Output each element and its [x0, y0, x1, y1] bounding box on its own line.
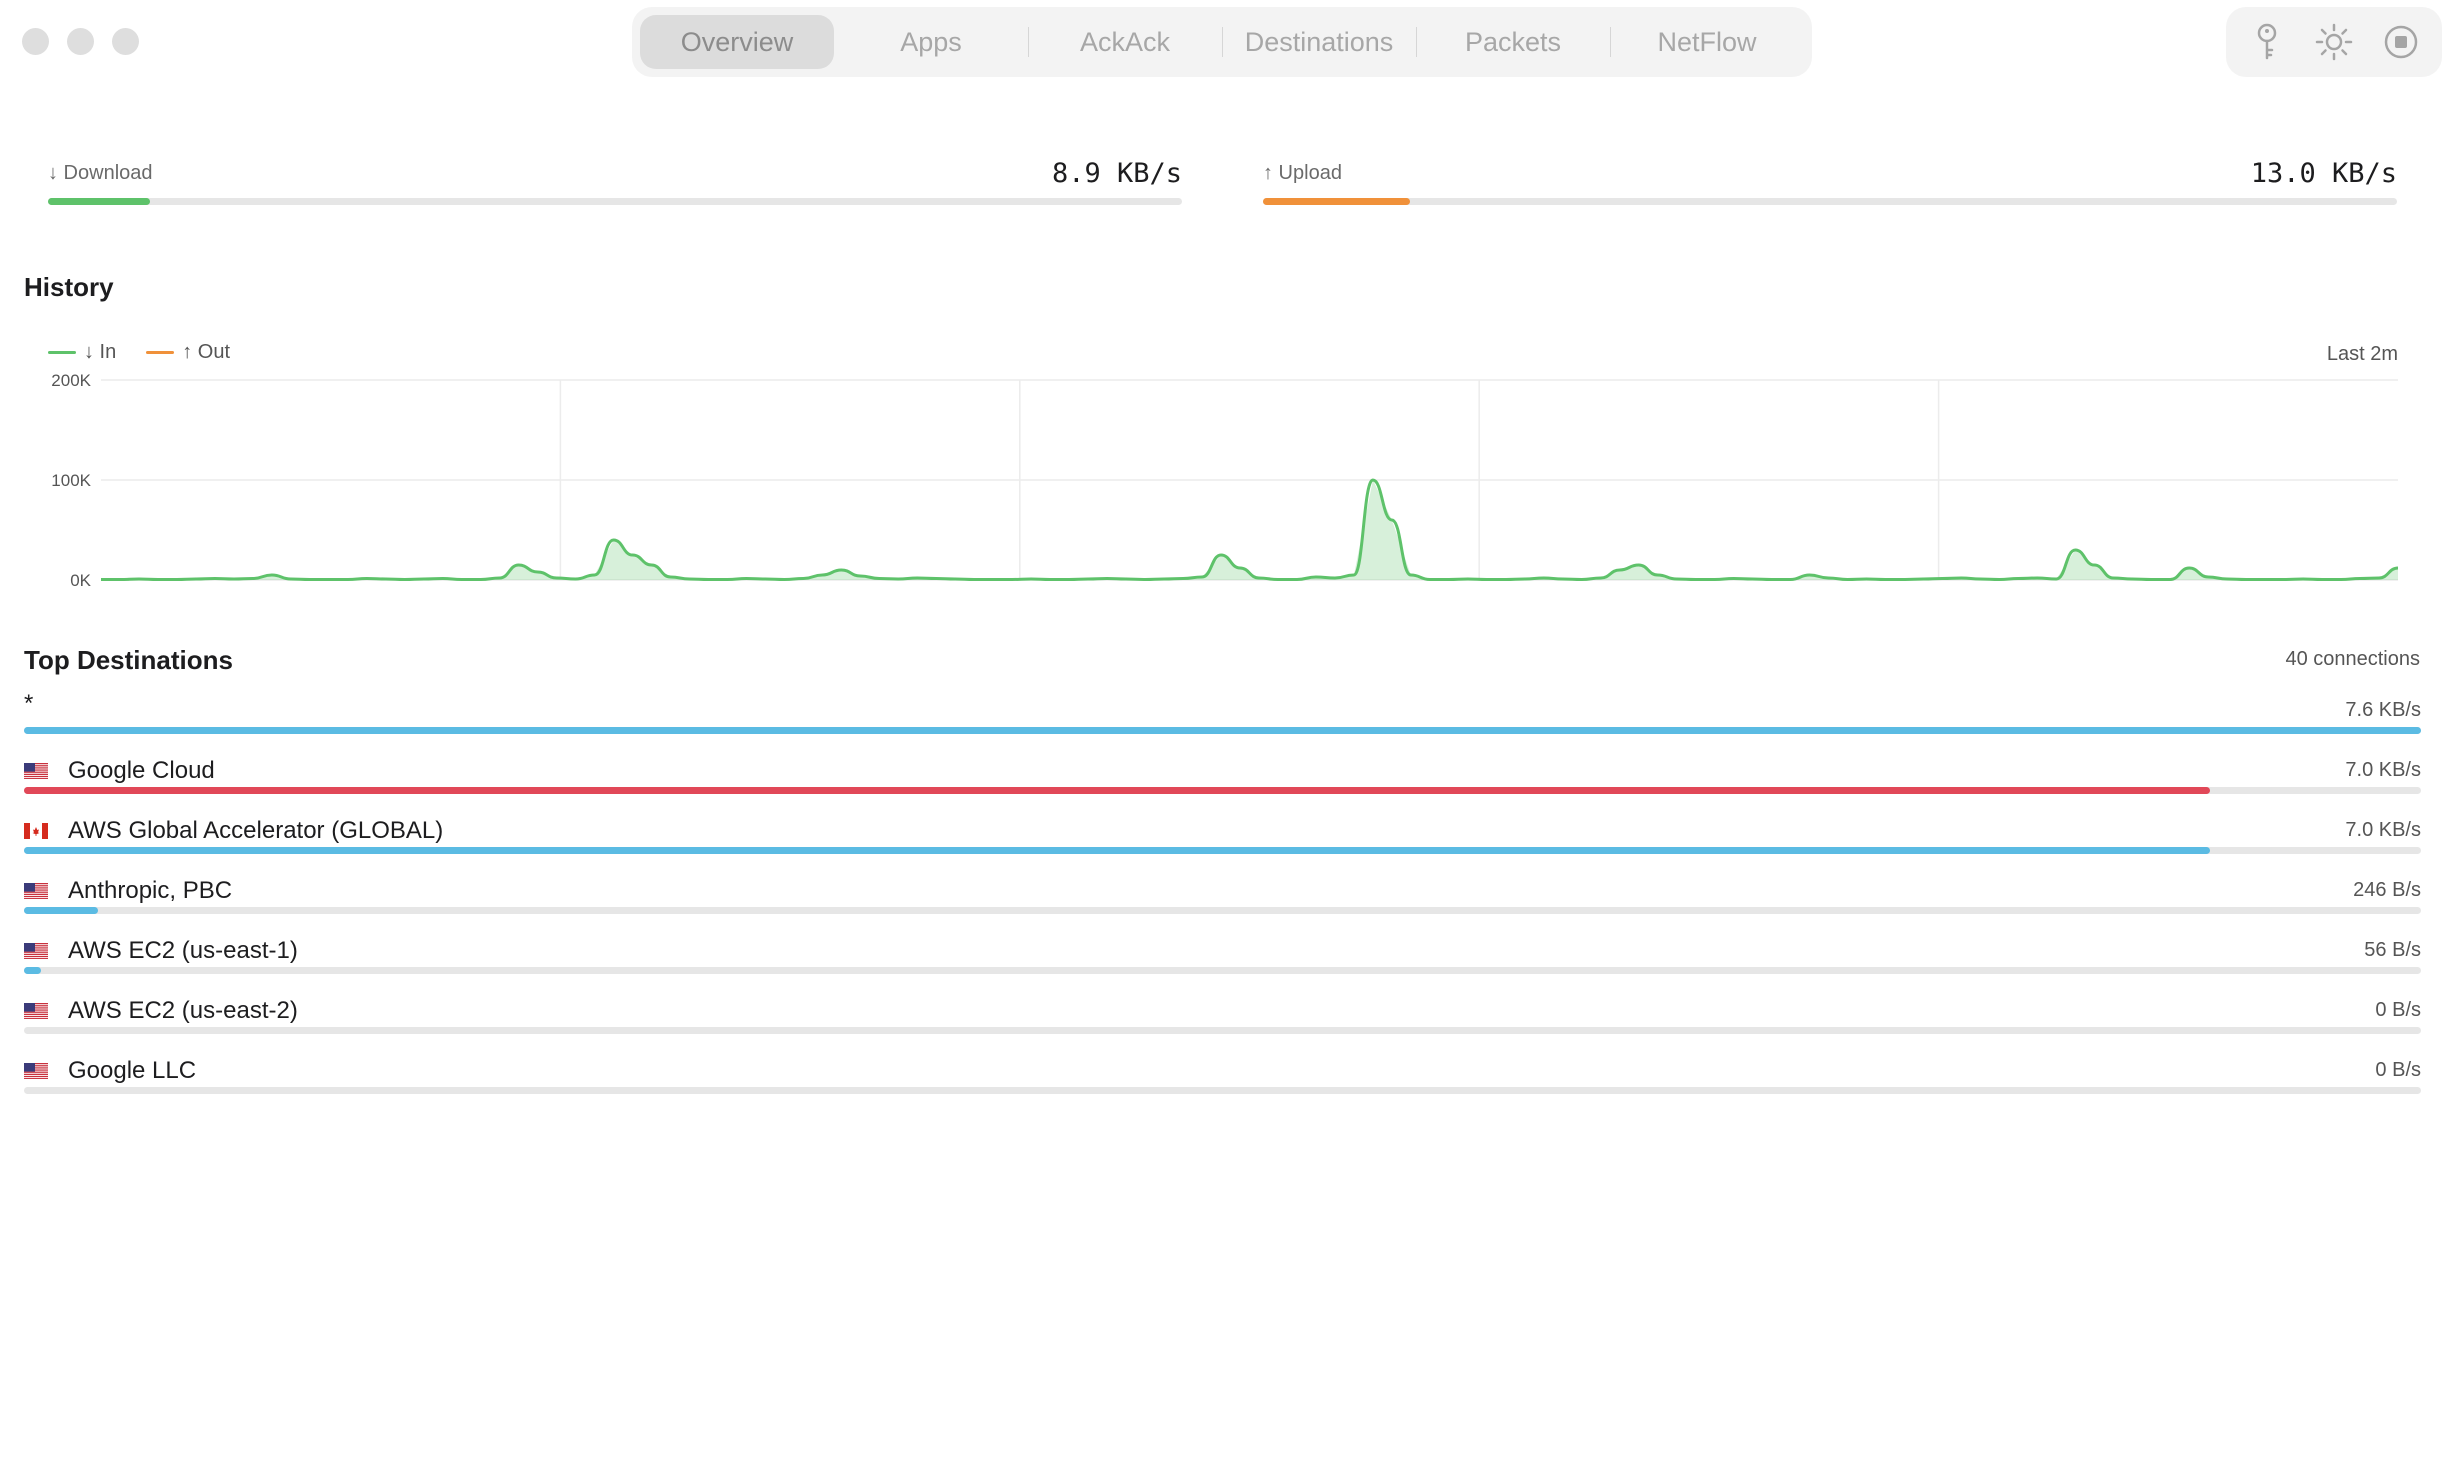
- stop-capture-button[interactable]: [2373, 14, 2429, 70]
- window-controls: [22, 28, 139, 55]
- download-bar-fill: [48, 198, 151, 205]
- destination-bar-track: [24, 727, 2421, 734]
- destination-bar-track: [24, 1087, 2421, 1094]
- in-series-line: [101, 478, 2399, 581]
- chart-legend: ↓ In ↑ Out: [48, 341, 230, 364]
- destination-list: * 7.6 KB/s Google Cloud 7.0 KB/s AWS Glo…: [24, 690, 2421, 1110]
- destination-rate: 246 B/s: [2353, 879, 2421, 901]
- view-tab-bar: Overview Apps AckAck Destinations Packet…: [632, 7, 1812, 77]
- destination-name: Google Cloud: [68, 757, 215, 784]
- upload-bar-track: [1263, 198, 2397, 205]
- destination-bar-fill: [24, 787, 2211, 794]
- legend-in: ↓ In: [48, 341, 116, 364]
- destination-row[interactable]: Google LLC 0 B/s: [24, 1050, 2421, 1110]
- history-range-label: Last 2m: [2326, 343, 2398, 365]
- in-series-area: [101, 480, 2398, 580]
- destination-rate: 0 B/s: [2375, 1059, 2421, 1081]
- destination-rate: 0 B/s: [2375, 999, 2421, 1021]
- y-tick-label: 200K: [51, 371, 91, 390]
- tab-packets[interactable]: Packets: [1416, 15, 1610, 69]
- legend-in-label: ↓ In: [84, 341, 117, 363]
- tab-destinations[interactable]: Destinations: [1222, 15, 1416, 69]
- zoom-window-button[interactable]: [112, 28, 139, 55]
- tab-netflow[interactable]: NetFlow: [1610, 15, 1804, 69]
- key-icon: [2258, 23, 2277, 60]
- destination-row[interactable]: * 7.6 KB/s: [24, 690, 2421, 750]
- destination-bar-track: [24, 907, 2421, 914]
- destination-name: *: [24, 690, 34, 717]
- stop-icon: [2384, 25, 2417, 59]
- us-flag-icon: [24, 943, 48, 960]
- download-label: ↓ Download: [48, 162, 153, 184]
- legend-out: ↑ Out: [146, 341, 230, 364]
- destination-name: Anthropic, PBC: [68, 877, 233, 904]
- destination-rate: 7.0 KB/s: [2345, 819, 2421, 841]
- destination-row[interactable]: AWS EC2 (us-east-2) 0 B/s: [24, 990, 2421, 1050]
- destination-bar-track: [24, 847, 2421, 854]
- destination-row[interactable]: AWS EC2 (us-east-1) 56 B/s: [24, 930, 2421, 990]
- us-flag-icon: [24, 1063, 48, 1080]
- toolbar-actions: [2226, 7, 2442, 77]
- destination-bar-fill: [24, 907, 99, 914]
- download-bar-track: [48, 198, 1182, 205]
- destination-name: AWS EC2 (us-east-1): [68, 937, 298, 964]
- destination-row[interactable]: AWS Global Accelerator (GLOBAL) 7.0 KB/s: [24, 810, 2421, 870]
- destination-name: Google LLC: [68, 1057, 197, 1084]
- destination-bar-fill: [24, 727, 2421, 734]
- legend-out-label: ↑ Out: [182, 341, 231, 363]
- upload-rate: 13.0 KB/s: [2250, 158, 2397, 189]
- tab-apps[interactable]: Apps: [834, 15, 1028, 69]
- destination-row[interactable]: Google Cloud 7.0 KB/s: [24, 750, 2421, 810]
- history-heading: History: [24, 272, 114, 302]
- history-chart: 200K 100K 0K: [51, 371, 2399, 590]
- y-tick-label: 100K: [51, 471, 91, 490]
- tab-overview[interactable]: Overview: [640, 15, 834, 69]
- connection-count: 40 connections: [2285, 648, 2420, 670]
- top-destinations-heading: Top Destinations: [24, 645, 233, 675]
- key-button[interactable]: [2239, 14, 2295, 70]
- y-tick-label: 0K: [70, 571, 91, 590]
- us-flag-icon: [24, 1003, 48, 1020]
- destination-rate: 7.0 KB/s: [2345, 759, 2421, 781]
- download-rate: 8.9 KB/s: [1051, 158, 1182, 189]
- tab-ackack[interactable]: AckAck: [1028, 15, 1222, 69]
- destination-row[interactable]: Anthropic, PBC 246 B/s: [24, 870, 2421, 930]
- destination-name: AWS EC2 (us-east-2): [68, 997, 298, 1024]
- us-flag-icon: [24, 883, 48, 900]
- destination-bar-track: [24, 967, 2421, 974]
- brightness-icon: [2315, 23, 2353, 61]
- destination-bar-fill: [24, 847, 2211, 854]
- upload-label: ↑ Upload: [1263, 162, 1342, 184]
- upload-bar-fill: [1263, 198, 1411, 205]
- destination-name: AWS Global Accelerator (GLOBAL): [68, 817, 444, 844]
- ca-flag-icon: [24, 823, 48, 839]
- destination-bar-fill: [24, 967, 41, 974]
- destination-rate: 7.6 KB/s: [2345, 699, 2421, 721]
- legend-in-swatch: [48, 351, 76, 354]
- us-flag-icon: [24, 763, 48, 780]
- destination-bar-track: [24, 787, 2421, 794]
- appearance-button[interactable]: [2306, 14, 2362, 70]
- close-window-button[interactable]: [22, 28, 49, 55]
- destination-rate: 56 B/s: [2364, 939, 2421, 961]
- legend-out-swatch: [146, 351, 175, 354]
- minimize-window-button[interactable]: [67, 28, 94, 55]
- destination-bar-track: [24, 1027, 2421, 1034]
